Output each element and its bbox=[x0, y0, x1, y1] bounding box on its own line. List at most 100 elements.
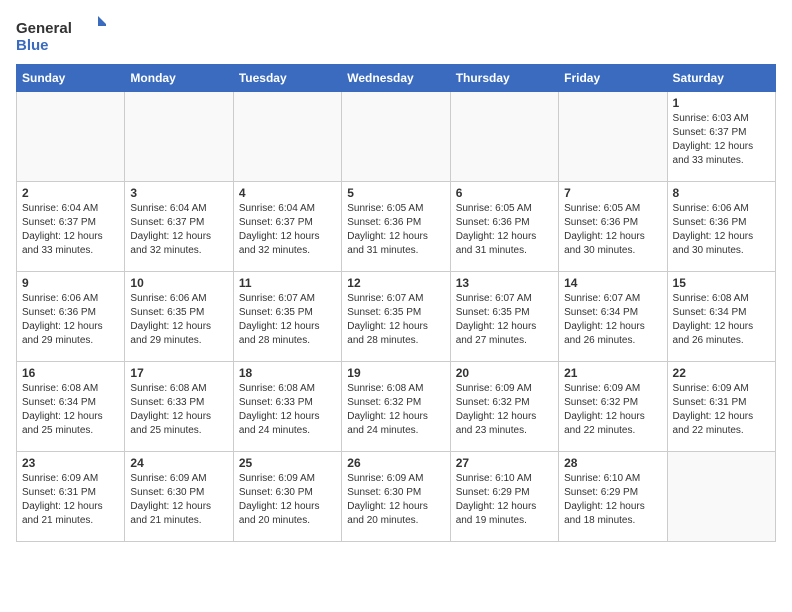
day-number: 27 bbox=[456, 456, 553, 470]
day-info: Sunrise: 6:09 AM Sunset: 6:31 PM Dayligh… bbox=[22, 472, 119, 528]
day-info: Sunrise: 6:07 AM Sunset: 6:34 PM Dayligh… bbox=[564, 292, 661, 348]
week-row-2: 2 Sunrise: 6:04 AM Sunset: 6:37 PM Daylig… bbox=[17, 182, 776, 272]
day-cell: 12 Sunrise: 6:07 AM Sunset: 6:35 PM Dayli… bbox=[342, 272, 450, 362]
day-cell: 9 Sunrise: 6:06 AM Sunset: 6:36 PM Daylig… bbox=[17, 272, 125, 362]
day-info: Sunrise: 6:05 AM Sunset: 6:36 PM Dayligh… bbox=[347, 202, 444, 258]
day-cell: 8 Sunrise: 6:06 AM Sunset: 6:36 PM Daylig… bbox=[667, 182, 775, 272]
day-cell: 24 Sunrise: 6:09 AM Sunset: 6:30 PM Dayli… bbox=[125, 452, 233, 542]
day-header-monday: Monday bbox=[125, 65, 233, 92]
day-cell bbox=[125, 92, 233, 182]
svg-text:General: General bbox=[16, 20, 72, 37]
day-number: 22 bbox=[673, 366, 770, 380]
day-info: Sunrise: 6:08 AM Sunset: 6:34 PM Dayligh… bbox=[673, 292, 770, 348]
day-cell: 14 Sunrise: 6:07 AM Sunset: 6:34 PM Dayli… bbox=[559, 272, 667, 362]
page-header: General Blue bbox=[16, 16, 776, 54]
day-info: Sunrise: 6:10 AM Sunset: 6:29 PM Dayligh… bbox=[564, 472, 661, 528]
day-info: Sunrise: 6:04 AM Sunset: 6:37 PM Dayligh… bbox=[22, 202, 119, 258]
day-number: 12 bbox=[347, 276, 444, 290]
day-cell bbox=[233, 92, 341, 182]
day-cell: 10 Sunrise: 6:06 AM Sunset: 6:35 PM Dayli… bbox=[125, 272, 233, 362]
week-row-1: 1Sunrise: 6:03 AM Sunset: 6:37 PM Daylig… bbox=[17, 92, 776, 182]
day-number: 8 bbox=[673, 186, 770, 200]
day-cell: 23 Sunrise: 6:09 AM Sunset: 6:31 PM Dayli… bbox=[17, 452, 125, 542]
day-cell: 3 Sunrise: 6:04 AM Sunset: 6:37 PM Daylig… bbox=[125, 182, 233, 272]
day-info: Sunrise: 6:07 AM Sunset: 6:35 PM Dayligh… bbox=[456, 292, 553, 348]
day-cell: 13 Sunrise: 6:07 AM Sunset: 6:35 PM Dayli… bbox=[450, 272, 558, 362]
day-cell: 26 Sunrise: 6:09 AM Sunset: 6:30 PM Dayli… bbox=[342, 452, 450, 542]
day-header-tuesday: Tuesday bbox=[233, 65, 341, 92]
day-number: 25 bbox=[239, 456, 336, 470]
day-cell bbox=[342, 92, 450, 182]
day-number: 18 bbox=[239, 366, 336, 380]
day-info: Sunrise: 6:04 AM Sunset: 6:37 PM Dayligh… bbox=[130, 202, 227, 258]
day-cell: 18 Sunrise: 6:08 AM Sunset: 6:33 PM Dayli… bbox=[233, 362, 341, 452]
day-info: Sunrise: 6:09 AM Sunset: 6:30 PM Dayligh… bbox=[130, 472, 227, 528]
day-header-sunday: Sunday bbox=[17, 65, 125, 92]
day-cell: 20Sunrise: 6:09 AM Sunset: 6:32 PM Dayli… bbox=[450, 362, 558, 452]
day-number: 10 bbox=[130, 276, 227, 290]
day-info: Sunrise: 6:05 AM Sunset: 6:36 PM Dayligh… bbox=[456, 202, 553, 258]
calendar-table: SundayMondayTuesdayWednesdayThursdayFrid… bbox=[16, 64, 776, 542]
day-number: 15 bbox=[673, 276, 770, 290]
day-cell bbox=[450, 92, 558, 182]
day-info: Sunrise: 6:08 AM Sunset: 6:34 PM Dayligh… bbox=[22, 382, 119, 438]
day-cell: 5 Sunrise: 6:05 AM Sunset: 6:36 PM Daylig… bbox=[342, 182, 450, 272]
day-info: Sunrise: 6:08 AM Sunset: 6:32 PM Dayligh… bbox=[347, 382, 444, 438]
day-cell bbox=[17, 92, 125, 182]
day-info: Sunrise: 6:09 AM Sunset: 6:30 PM Dayligh… bbox=[347, 472, 444, 528]
week-row-3: 9 Sunrise: 6:06 AM Sunset: 6:36 PM Daylig… bbox=[17, 272, 776, 362]
day-cell: 6 Sunrise: 6:05 AM Sunset: 6:36 PM Daylig… bbox=[450, 182, 558, 272]
day-number: 11 bbox=[239, 276, 336, 290]
day-cell: 19Sunrise: 6:08 AM Sunset: 6:32 PM Dayli… bbox=[342, 362, 450, 452]
day-cell: 22 Sunrise: 6:09 AM Sunset: 6:31 PM Dayli… bbox=[667, 362, 775, 452]
day-number: 26 bbox=[347, 456, 444, 470]
day-info: Sunrise: 6:08 AM Sunset: 6:33 PM Dayligh… bbox=[130, 382, 227, 438]
day-cell: 7 Sunrise: 6:05 AM Sunset: 6:36 PM Daylig… bbox=[559, 182, 667, 272]
day-info: Sunrise: 6:06 AM Sunset: 6:36 PM Dayligh… bbox=[22, 292, 119, 348]
day-number: 7 bbox=[564, 186, 661, 200]
week-row-5: 23 Sunrise: 6:09 AM Sunset: 6:31 PM Dayli… bbox=[17, 452, 776, 542]
day-number: 5 bbox=[347, 186, 444, 200]
day-number: 16 bbox=[22, 366, 119, 380]
day-info: Sunrise: 6:07 AM Sunset: 6:35 PM Dayligh… bbox=[347, 292, 444, 348]
day-info: Sunrise: 6:06 AM Sunset: 6:36 PM Dayligh… bbox=[673, 202, 770, 258]
day-info: Sunrise: 6:05 AM Sunset: 6:36 PM Dayligh… bbox=[564, 202, 661, 258]
svg-text:Blue: Blue bbox=[16, 37, 49, 54]
day-info: Sunrise: 6:03 AM Sunset: 6:37 PM Dayligh… bbox=[673, 112, 770, 168]
day-info: Sunrise: 6:09 AM Sunset: 6:31 PM Dayligh… bbox=[673, 382, 770, 438]
logo: General Blue bbox=[16, 16, 106, 54]
day-header-saturday: Saturday bbox=[667, 65, 775, 92]
day-number: 6 bbox=[456, 186, 553, 200]
day-number: 3 bbox=[130, 186, 227, 200]
day-cell: 25 Sunrise: 6:09 AM Sunset: 6:30 PM Dayli… bbox=[233, 452, 341, 542]
day-number: 4 bbox=[239, 186, 336, 200]
day-number: 21 bbox=[564, 366, 661, 380]
day-info: Sunrise: 6:08 AM Sunset: 6:33 PM Dayligh… bbox=[239, 382, 336, 438]
day-number: 13 bbox=[456, 276, 553, 290]
week-row-4: 16 Sunrise: 6:08 AM Sunset: 6:34 PM Dayli… bbox=[17, 362, 776, 452]
day-number: 9 bbox=[22, 276, 119, 290]
day-number: 14 bbox=[564, 276, 661, 290]
logo-svg: General Blue bbox=[16, 16, 106, 54]
day-cell: 21 Sunrise: 6:09 AM Sunset: 6:32 PM Dayli… bbox=[559, 362, 667, 452]
day-number: 17 bbox=[130, 366, 227, 380]
day-header-friday: Friday bbox=[559, 65, 667, 92]
day-info: Sunrise: 6:06 AM Sunset: 6:35 PM Dayligh… bbox=[130, 292, 227, 348]
day-cell: 17 Sunrise: 6:08 AM Sunset: 6:33 PM Dayli… bbox=[125, 362, 233, 452]
day-cell: 2 Sunrise: 6:04 AM Sunset: 6:37 PM Daylig… bbox=[17, 182, 125, 272]
day-header-thursday: Thursday bbox=[450, 65, 558, 92]
day-header-wednesday: Wednesday bbox=[342, 65, 450, 92]
day-cell: 27 Sunrise: 6:10 AM Sunset: 6:29 PM Dayli… bbox=[450, 452, 558, 542]
day-number: 2 bbox=[22, 186, 119, 200]
day-cell bbox=[667, 452, 775, 542]
day-info: Sunrise: 6:07 AM Sunset: 6:35 PM Dayligh… bbox=[239, 292, 336, 348]
day-info: Sunrise: 6:10 AM Sunset: 6:29 PM Dayligh… bbox=[456, 472, 553, 528]
day-cell bbox=[559, 92, 667, 182]
day-info: Sunrise: 6:09 AM Sunset: 6:32 PM Dayligh… bbox=[564, 382, 661, 438]
day-cell: 11 Sunrise: 6:07 AM Sunset: 6:35 PM Dayli… bbox=[233, 272, 341, 362]
day-number: 24 bbox=[130, 456, 227, 470]
day-cell: 4Sunrise: 6:04 AM Sunset: 6:37 PM Daylig… bbox=[233, 182, 341, 272]
day-number: 23 bbox=[22, 456, 119, 470]
day-info: Sunrise: 6:09 AM Sunset: 6:30 PM Dayligh… bbox=[239, 472, 336, 528]
day-header-row: SundayMondayTuesdayWednesdayThursdayFrid… bbox=[17, 65, 776, 92]
